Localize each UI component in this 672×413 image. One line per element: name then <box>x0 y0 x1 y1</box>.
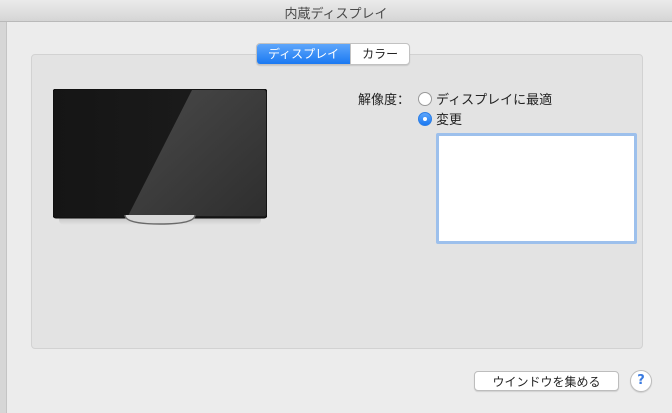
help-icon[interactable]: ? <box>630 370 652 392</box>
radio-scaled[interactable]: 変更 <box>418 109 462 128</box>
tab-display[interactable]: ディスプレイ <box>257 44 351 64</box>
window-title: 内蔵ディスプレイ <box>284 7 388 22</box>
tab-bar: ディスプレイ カラー <box>256 43 411 65</box>
background-window-edge <box>0 22 7 413</box>
radio-button-icon[interactable] <box>418 91 432 106</box>
resolution-list[interactable] <box>436 133 637 244</box>
gather-windows-button[interactable]: ウインドウを集める <box>474 371 619 391</box>
radio-button-selected-icon[interactable] <box>418 111 432 126</box>
radio-scaled-label: 変更 <box>436 113 463 128</box>
radio-best-for-display[interactable]: ディスプレイに最適 <box>418 89 552 108</box>
resolution-label: 解像度： <box>358 93 411 108</box>
title-bar[interactable]: 内蔵ディスプレイ <box>0 0 672 22</box>
window: 内蔵ディスプレイ ディスプレイ カラー 解像度： ディスプレイに最適 変更 ウイ… <box>0 0 672 413</box>
radio-best-for-display-label: ディスプレイに最適 <box>436 93 553 108</box>
display-icon <box>53 89 267 225</box>
tab-color[interactable]: カラー <box>350 44 409 64</box>
